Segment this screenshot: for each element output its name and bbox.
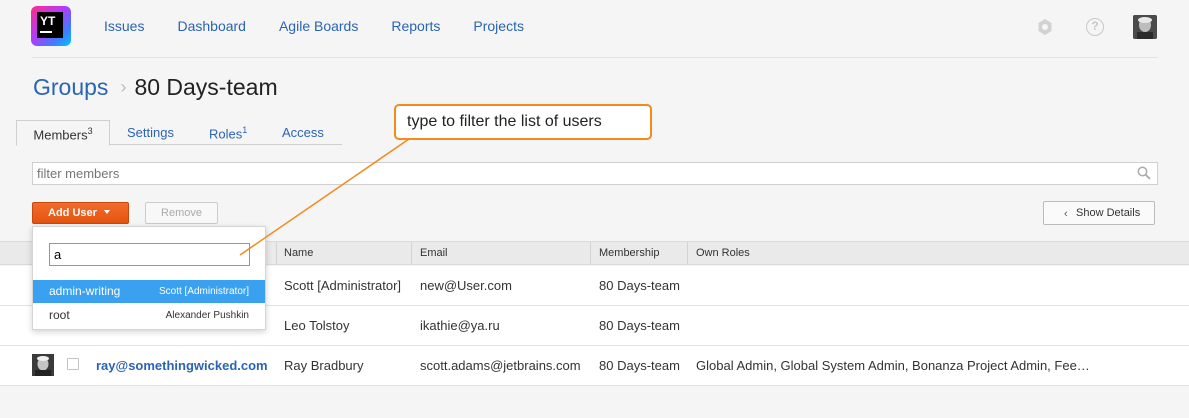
member-name: Leo Tolstoy [284, 318, 350, 333]
remove-button[interactable]: Remove [145, 202, 218, 224]
column-membership[interactable]: Membership [599, 247, 660, 259]
nav-dashboard[interactable]: Dashboard [177, 18, 246, 34]
nav-issues[interactable]: Issues [104, 18, 144, 34]
member-membership: 80 Days-team [599, 358, 680, 373]
table-row[interactable]: ray@somethingwicked.com Ray Bradbury sco… [0, 346, 1189, 386]
filter-members-field [32, 162, 1158, 185]
filter-members-input[interactable] [33, 163, 1123, 184]
row-checkbox[interactable] [67, 358, 79, 370]
gear-icon[interactable] [1036, 18, 1054, 36]
member-membership: 80 Days-team [599, 278, 680, 293]
member-own-roles: Global Admin, Global System Admin, Bonan… [696, 358, 1090, 373]
chevron-left-icon: ‹ [1064, 208, 1068, 220]
add-user-label: Add User [48, 207, 97, 219]
member-email: ikathie@ya.ru [420, 318, 500, 333]
youtrack-logo[interactable]: YT [31, 6, 71, 46]
search-icon[interactable] [1137, 166, 1151, 180]
tab-roles[interactable]: Roles1 [209, 120, 247, 145]
user-option-root[interactable]: root Alexander Pushkin [33, 304, 265, 327]
user-option-login: root [49, 308, 70, 322]
column-email[interactable]: Email [420, 247, 448, 259]
logo-text: YT [40, 14, 56, 28]
nav-projects[interactable]: Projects [473, 18, 524, 34]
member-name: Scott [Administrator] [284, 278, 402, 293]
tab-members[interactable]: Members3 [16, 120, 110, 146]
callout-annotation: type to filter the list of users [394, 104, 652, 140]
member-name: Ray Bradbury [284, 358, 364, 373]
member-membership: 80 Days-team [599, 318, 680, 333]
show-details-label: Show Details [1076, 207, 1141, 219]
member-email: scott.adams@jetbrains.com [420, 358, 581, 373]
add-user-button[interactable]: Add User [32, 202, 129, 224]
user-option-full-name: Scott [Administrator] [158, 286, 249, 297]
show-details-button[interactable]: ‹ Show Details [1043, 201, 1155, 225]
help-icon[interactable]: ? [1086, 18, 1104, 36]
user-option-login: admin-writing [49, 284, 121, 298]
tab-settings[interactable]: Settings [127, 120, 174, 145]
column-name[interactable]: Name [284, 247, 313, 259]
tab-bar: Members3 Settings Roles1 Access [16, 120, 342, 146]
member-avatar [32, 354, 54, 376]
column-own-roles[interactable]: Own Roles [696, 247, 750, 259]
nav-agile-boards[interactable]: Agile Boards [279, 18, 358, 34]
member-login-link[interactable]: ray@somethingwicked.com [96, 358, 268, 373]
page-title: 80 Days-team [134, 74, 278, 100]
add-user-popup: admin-writing Scott [Administrator] root… [32, 226, 266, 330]
member-email: new@User.com [420, 278, 512, 293]
tab-access[interactable]: Access [282, 120, 324, 145]
add-user-search-input[interactable] [49, 243, 250, 266]
nav-reports[interactable]: Reports [391, 18, 440, 34]
breadcrumb-groups-link[interactable]: Groups [33, 74, 108, 100]
breadcrumb: Groups › 80 Days-team [33, 74, 278, 101]
user-avatar[interactable] [1133, 15, 1157, 39]
user-option-full-name: Alexander Pushkin [165, 310, 249, 321]
header-divider [32, 57, 1158, 58]
caret-down-icon [103, 210, 110, 214]
breadcrumb-separator: › [120, 77, 127, 97]
main-nav: Issues Dashboard Agile Boards Reports Pr… [104, 18, 557, 34]
user-option-admin-writing[interactable]: admin-writing Scott [Administrator] [33, 280, 265, 303]
